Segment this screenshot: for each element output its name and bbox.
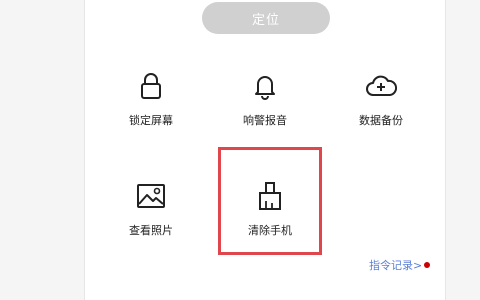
view-photos-action[interactable]: 查看照片: [101, 172, 201, 262]
notification-dot: [424, 262, 431, 268]
bell-icon: [249, 70, 281, 102]
command-log-link[interactable]: 指令记录>: [369, 257, 431, 273]
sound-alarm-action[interactable]: 响警报音: [215, 62, 315, 152]
locate-button[interactable]: 定位: [202, 2, 330, 34]
lock-screen-action[interactable]: 锁定屏幕: [101, 62, 201, 152]
data-backup-action[interactable]: 数据备份: [331, 62, 431, 152]
remote-control-panel: 定位 锁定屏幕 响警报音 数据备份 查看照片 清除手机 指令记录>: [84, 0, 446, 300]
cloud-add-icon: [365, 70, 397, 102]
lock-icon: [135, 70, 167, 102]
selection-highlight-frame: [218, 147, 322, 255]
image-icon: [135, 180, 167, 212]
view-photos-label: 查看照片: [129, 224, 173, 237]
data-backup-label: 数据备份: [359, 114, 403, 127]
command-log-label: 指令记录>: [369, 259, 423, 272]
lock-screen-label: 锁定屏幕: [129, 114, 173, 127]
sound-alarm-label: 响警报音: [243, 114, 287, 127]
